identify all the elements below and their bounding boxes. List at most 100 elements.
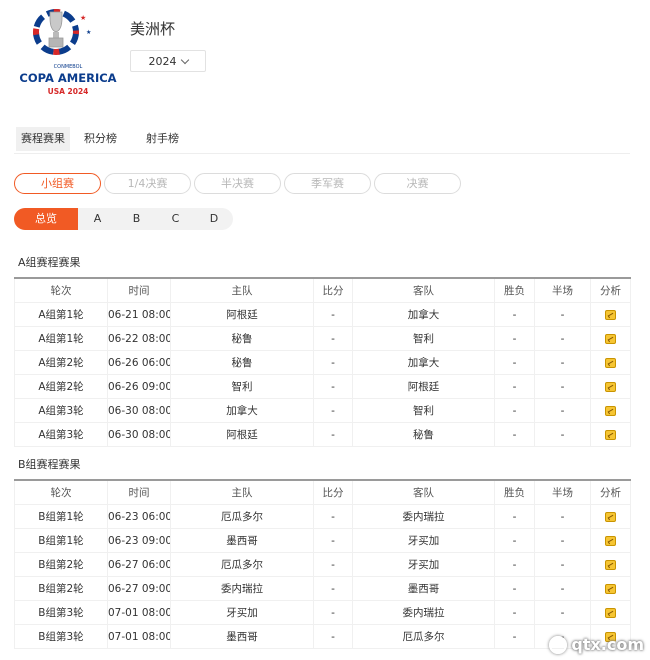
analysis-cell	[590, 504, 631, 529]
table-row: A组第2轮 06-26 06:00 秘鲁 - 加拿大 - -	[14, 350, 631, 375]
time-cell: 06-30 08:00	[107, 422, 171, 447]
group-b[interactable]: B	[117, 208, 156, 230]
tab-schedule[interactable]: 赛程赛果	[16, 127, 70, 151]
analysis-cell	[590, 302, 631, 327]
away-team-cell: 墨西哥	[352, 576, 495, 601]
column-header-away-team: 客队	[352, 479, 495, 505]
time-cell: 06-26 09:00	[107, 374, 171, 399]
home-team-cell: 委内瑞拉	[170, 576, 314, 601]
score-cell: -	[313, 600, 353, 625]
result-cell: -	[494, 422, 535, 447]
column-header-half-time: 半场	[534, 479, 591, 505]
round-cell: B组第1轮	[14, 504, 108, 529]
time-cell: 06-27 06:00	[107, 552, 171, 577]
tab-scorers[interactable]: 射手榜	[141, 127, 184, 151]
score-cell: -	[313, 504, 353, 529]
half-time-cell: -	[534, 552, 591, 577]
table-header-row: 轮次 时间 主队 比分 客队 胜负 半场 分析	[14, 277, 631, 303]
away-team-cell: 委内瑞拉	[352, 600, 495, 625]
home-team-cell: 墨西哥	[170, 528, 314, 553]
tab-standings[interactable]: 积分榜	[79, 127, 122, 151]
analysis-icon[interactable]	[605, 429, 616, 440]
away-team-cell: 厄瓜多尔	[352, 624, 495, 649]
score-cell: -	[313, 350, 353, 375]
home-team-cell: 厄瓜多尔	[170, 552, 314, 577]
analysis-icon[interactable]	[605, 535, 616, 546]
column-header-round: 轮次	[14, 277, 108, 303]
round-cell: B组第3轮	[14, 600, 108, 625]
home-team-cell: 智利	[170, 374, 314, 399]
analysis-icon[interactable]	[605, 583, 616, 594]
analysis-cell	[590, 576, 631, 601]
table-row: B组第1轮 06-23 06:00 厄瓜多尔 - 委内瑞拉 - -	[14, 504, 631, 529]
analysis-icon[interactable]	[605, 357, 616, 368]
away-team-cell: 牙买加	[352, 528, 495, 553]
result-cell: -	[494, 576, 535, 601]
stage-third-place[interactable]: 季军赛	[284, 173, 371, 194]
stage-group[interactable]: 小组赛	[14, 173, 101, 194]
table-row: A组第2轮 06-26 09:00 智利 - 阿根廷 - -	[14, 374, 631, 399]
analysis-icon[interactable]	[605, 607, 616, 618]
analysis-cell	[590, 374, 631, 399]
column-header-time: 时间	[107, 479, 171, 505]
stage-quarterfinal[interactable]: 1/4决赛	[104, 173, 191, 194]
time-cell: 06-26 06:00	[107, 350, 171, 375]
round-cell: B组第1轮	[14, 528, 108, 553]
group-d[interactable]: D	[195, 208, 233, 230]
away-team-cell: 智利	[352, 326, 495, 351]
schedule-table-group-a: 轮次 时间 主队 比分 客队 胜负 半场 分析 A组第1轮 06-21 08:00 阿根廷 - 加拿大…	[14, 277, 631, 447]
group-a[interactable]: A	[78, 208, 117, 230]
half-time-cell: -	[534, 302, 591, 327]
away-team-cell: 加拿大	[352, 350, 495, 375]
analysis-icon[interactable]	[605, 381, 616, 392]
column-header-score: 比分	[313, 479, 353, 505]
score-cell: -	[313, 624, 353, 649]
round-cell: A组第3轮	[14, 398, 108, 423]
page-title: 美洲杯	[130, 20, 176, 38]
result-cell: -	[494, 302, 535, 327]
copa-america-logo: ★ ★ CONMEBOL COPA AMERICA USA 2024	[18, 2, 118, 100]
analysis-icon[interactable]	[605, 405, 616, 416]
home-team-cell: 秘鲁	[170, 326, 314, 351]
analysis-icon[interactable]	[605, 333, 616, 344]
stage-final[interactable]: 决赛	[374, 173, 461, 194]
home-team-cell: 阿根廷	[170, 422, 314, 447]
year-select[interactable]: 2024	[130, 50, 206, 72]
score-cell: -	[313, 374, 353, 399]
score-cell: -	[313, 398, 353, 423]
away-team-cell: 秘鲁	[352, 422, 495, 447]
round-cell: A组第1轮	[14, 302, 108, 327]
round-cell: B组第2轮	[14, 552, 108, 577]
time-cell: 06-27 09:00	[107, 576, 171, 601]
result-cell: -	[494, 600, 535, 625]
column-header-round: 轮次	[14, 479, 108, 505]
analysis-icon[interactable]	[605, 309, 616, 320]
table-row: B组第3轮 07-01 08:00 墨西哥 - 厄瓜多尔 - -	[14, 624, 631, 649]
analysis-icon[interactable]	[605, 511, 616, 522]
group-filter: 总览 A B C D	[14, 208, 233, 230]
watermark: qtx.com	[549, 635, 644, 654]
score-cell: -	[313, 576, 353, 601]
away-team-cell: 智利	[352, 398, 495, 423]
table-row: B组第2轮 06-27 09:00 委内瑞拉 - 墨西哥 - -	[14, 576, 631, 601]
analysis-icon[interactable]	[605, 559, 616, 570]
away-team-cell: 牙买加	[352, 552, 495, 577]
half-time-cell: -	[534, 600, 591, 625]
watermark-text: qtx.com	[571, 635, 644, 654]
time-cell: 06-21 08:00	[107, 302, 171, 327]
half-time-cell: -	[534, 504, 591, 529]
group-c[interactable]: C	[156, 208, 195, 230]
stage-semifinal[interactable]: 半决赛	[194, 173, 281, 194]
home-team-cell: 牙买加	[170, 600, 314, 625]
analysis-cell	[590, 422, 631, 447]
table-row: A组第3轮 06-30 08:00 阿根廷 - 秘鲁 - -	[14, 422, 631, 447]
result-cell: -	[494, 374, 535, 399]
half-time-cell: -	[534, 350, 591, 375]
score-cell: -	[313, 302, 353, 327]
half-time-cell: -	[534, 398, 591, 423]
group-overview[interactable]: 总览	[14, 208, 78, 230]
column-header-away-team: 客队	[352, 277, 495, 303]
home-team-cell: 墨西哥	[170, 624, 314, 649]
column-header-half-time: 半场	[534, 277, 591, 303]
result-cell: -	[494, 398, 535, 423]
